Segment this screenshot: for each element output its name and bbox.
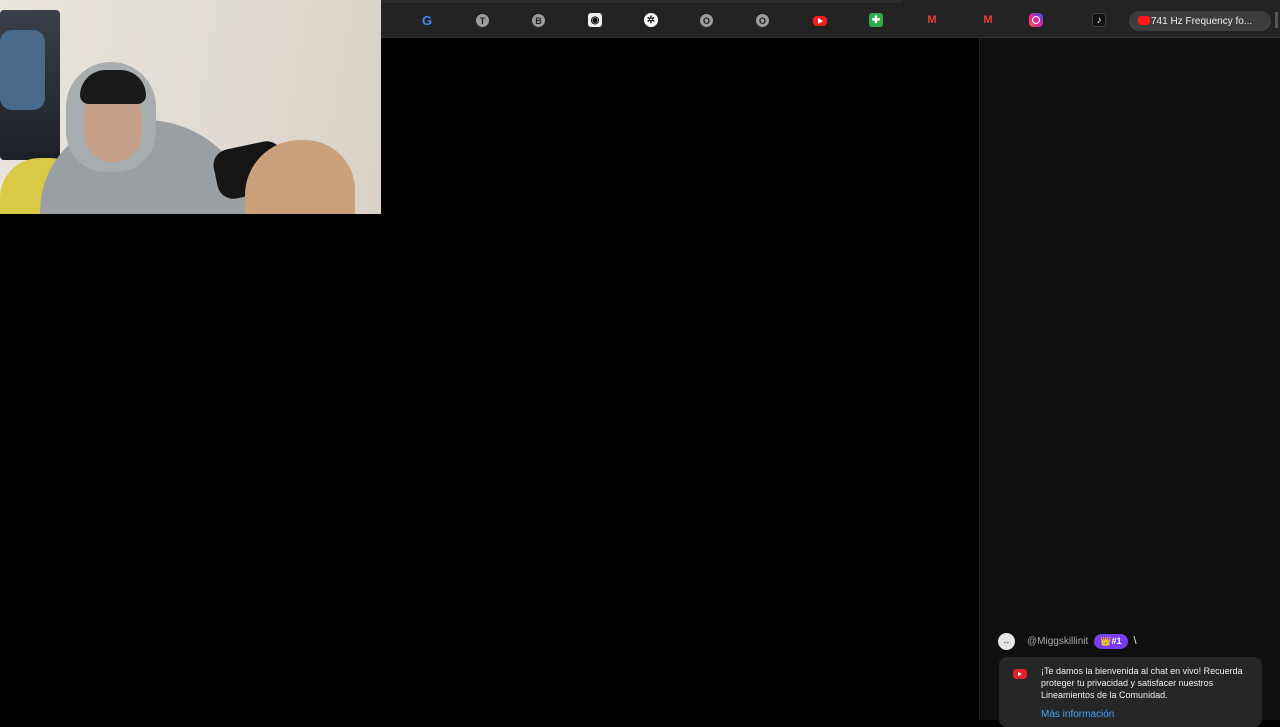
bookmark-bar: G T B ◉ ✲ O O ✚ M M ♪ 741 Hz Frequency f… xyxy=(381,0,1280,38)
chat-username[interactable]: @Miggskillinit xyxy=(1027,636,1088,647)
bar-divider xyxy=(1275,12,1278,28)
welcome-text: ¡Te damos la bienvenida al chat en vivo!… xyxy=(1041,666,1243,700)
gmail-icon[interactable]: M xyxy=(925,13,939,27)
active-tab-label: 741 Hz Frequency fo... xyxy=(1151,15,1253,27)
welcome-notice: ¡Te damos la bienvenida al chat en vivo!… xyxy=(999,657,1262,727)
gmail2-icon[interactable]: M xyxy=(981,13,995,27)
youtube-icon xyxy=(1138,16,1150,25)
live-chat-panel: ↔ @Miggskillinit 👑#1 \ ¡Te damos la bien… xyxy=(979,38,1280,727)
more-info-link[interactable]: Más información xyxy=(1041,709,1114,721)
youtube-icon[interactable] xyxy=(813,16,827,26)
chatgpt-icon[interactable]: ✲ xyxy=(644,13,658,27)
chat-message-text: \ xyxy=(1133,635,1137,647)
chat-message: ↔ @Miggskillinit 👑#1 \ xyxy=(998,632,1137,650)
green-app-icon[interactable]: ✚ xyxy=(869,13,883,27)
instagram-icon[interactable] xyxy=(1029,13,1043,27)
google-icon[interactable]: G xyxy=(420,13,434,28)
tiktok-icon[interactable]: ♪ xyxy=(1092,13,1106,27)
video-player[interactable] xyxy=(381,38,979,720)
bookmark-t-icon[interactable]: T xyxy=(476,14,489,27)
panda-icon[interactable]: ◉ xyxy=(588,13,602,27)
avatar[interactable]: ↔ xyxy=(998,632,1015,650)
webcam-overlay xyxy=(0,0,381,214)
youtube-icon xyxy=(1013,669,1027,679)
bookmark-b-icon[interactable]: B xyxy=(532,14,545,27)
active-tab-youtube[interactable]: 741 Hz Frequency fo... xyxy=(1129,11,1271,31)
member-badge: 👑#1 xyxy=(1094,633,1128,649)
bookmark-o2-icon[interactable]: O xyxy=(756,14,769,27)
bookmark-o-icon[interactable]: O xyxy=(700,14,713,27)
